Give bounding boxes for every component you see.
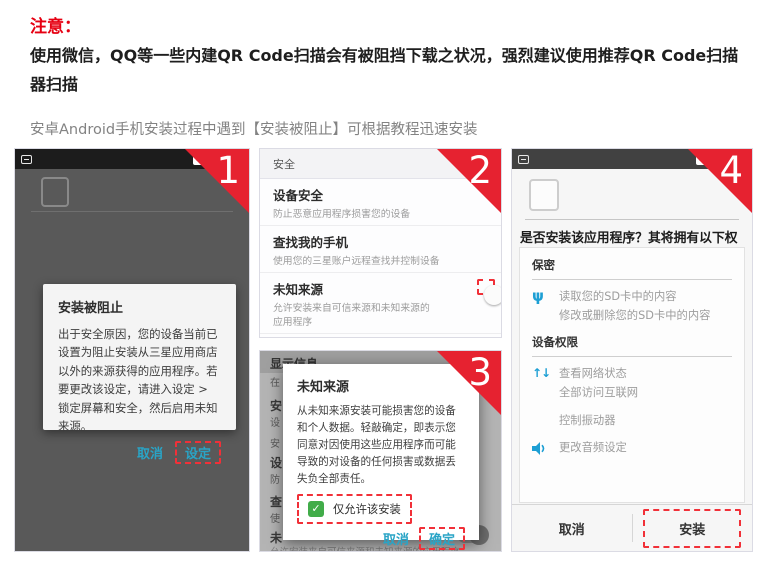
dimmed-list-text: 设 <box>270 454 282 471</box>
toggle-knob <box>484 285 502 305</box>
dimmed-list-text: 防 <box>270 471 280 486</box>
notice-heading: 注意： <box>30 12 81 37</box>
dialog-body: 出于安全原因，您的设备当前已设置为阻止安装从三星应用商店以外的来源获得的应用程序… <box>58 325 221 436</box>
install-button[interactable]: 安装 <box>679 523 705 538</box>
dimmed-list-text: 安 <box>270 397 282 414</box>
permission-row-audio: 更改音频设定 <box>532 439 732 459</box>
app-icon-placeholder <box>41 177 69 207</box>
divider <box>532 356 732 357</box>
screenshot-capture-icon <box>518 155 529 164</box>
network-type-indicator: 4G <box>711 154 725 164</box>
dialog-body: 从未知来源安装可能损害您的设备和个人数据。轻敲确定，即表示您同意对因使用这些应用… <box>297 403 465 488</box>
row-desc: 允许安装来自可信来源和未知来源的应用程序 <box>273 300 433 328</box>
permission-row-vibration: 控制振动器 <box>532 412 732 431</box>
cancel-button[interactable]: 取消 <box>129 440 171 465</box>
clock-text: 7 <box>740 154 746 165</box>
install-button-cell: 安装 <box>633 509 753 548</box>
confirm-button[interactable]: 确定 <box>421 530 463 551</box>
cancel-button[interactable]: 取消 <box>512 519 632 538</box>
section-header: 保密 <box>532 257 732 273</box>
row-desc: 使用您的三星账户远程查找并控制设备 <box>273 253 488 267</box>
dimmed-list-text: 安 <box>270 435 280 450</box>
dialog-title: 未知来源 <box>297 376 465 395</box>
dimmed-list-text: 在 <box>270 374 280 389</box>
signal-strength-icon <box>728 155 737 164</box>
dimmed-list-text: 使 <box>270 510 280 525</box>
usb-storage-icon: ψ <box>532 288 559 325</box>
screenshot-step1: 1 4G 7 安装被阻止 出于安全原因，您的设备当前已设置为阻止安装从三星应用商… <box>14 148 250 552</box>
install-blocked-dialog: 安装被阻止 出于安全原因，您的设备当前已设置为阻止安装从三星应用商店以外的来源获… <box>43 284 236 430</box>
permission-text: 更改音频设定 <box>559 439 627 458</box>
tutorial-page: 注意： 使用微信，QQ等一些内建QR Code扫描会有被阻挡下载之状况，强烈建议… <box>0 0 767 570</box>
settings-row-find-my-phone[interactable]: 查找我的手机 使用您的三星账户远程查找并控制设备 <box>260 226 501 273</box>
divider <box>532 279 732 280</box>
highlight-box <box>477 279 495 295</box>
settings-row-other-security[interactable]: 其他安全设定 更改安全更新和证书存储等其他安全设定 <box>260 334 501 338</box>
permission-text: 修改或删除您的SD卡中的内容 <box>559 307 710 326</box>
highlight-box: ✓ 仅允许该安装 <box>297 494 412 524</box>
permission-text: 查看网络状态 <box>559 365 638 384</box>
status-bar: 1 4G 7 <box>15 149 249 169</box>
permission-text: 全部访问互联网 <box>559 384 638 403</box>
settings-row-device-security[interactable]: 设备安全 防止恶意应用程序损害您的设备 <box>260 179 501 226</box>
audio-settings-icon <box>532 439 559 459</box>
clock-text: 7 <box>237 154 243 165</box>
permissions-card: 保密 ψ 读取您的SD卡中的内容 修改或删除您的SD卡中的内容 设备权限 ↑↓ … <box>519 247 745 503</box>
screenshot-capture-icon <box>21 155 32 164</box>
notification-count-badge: 1 <box>193 154 205 165</box>
highlight-box: 安装 <box>643 509 741 548</box>
screen-title: 安全 <box>260 149 501 178</box>
network-type-indicator: 4G <box>208 154 222 164</box>
checkbox-checked-icon[interactable]: ✓ <box>308 501 324 517</box>
row-label: 设备安全 <box>273 185 488 204</box>
status-bar: 1 4G 7 <box>512 149 752 169</box>
network-transfer-icon: ↑↓ <box>532 365 559 402</box>
subtitle-text: 安卓Android手机安装过程中遇到【安装被阻止】可根据教程迅速安装 <box>30 118 478 139</box>
permission-text: 控制振动器 <box>559 412 616 431</box>
settings-list: 设备安全 防止恶意应用程序损害您的设备 查找我的手机 使用您的三星账户远程查找并… <box>260 178 501 338</box>
warning-text: 使用微信，QQ等一些内建QR Code扫描会有被阻挡下载之状况，强烈建议使用推荐… <box>30 42 744 100</box>
screenshot-step3: 显示信息 在 安 设 安 设 防 查 使 未 允许安装来自可信来源和未知来源的应… <box>259 350 502 552</box>
dimmed-list-text: 查 <box>270 493 282 510</box>
permission-text: 读取您的SD卡中的内容 <box>559 288 710 307</box>
settings-button[interactable]: 设定 <box>177 444 219 465</box>
notification-count-badge: 1 <box>696 154 708 165</box>
permission-row-network: ↑↓ 查看网络状态 全部访问互联网 <box>532 365 732 402</box>
unknown-sources-dialog: 未知来源 从未知来源安装可能损害您的设备和个人数据。轻敲确定，即表示您同意对因使… <box>283 364 479 540</box>
section-header: 设备权限 <box>532 334 732 350</box>
checkbox-label: 仅允许该安装 <box>333 501 401 517</box>
row-desc: 防止恶意应用程序损害您的设备 <box>273 206 488 220</box>
highlight-box: 确定 <box>419 527 465 550</box>
permission-row-sd-card: ψ 读取您的SD卡中的内容 修改或删除您的SD卡中的内容 <box>532 288 732 325</box>
signal-strength-icon <box>225 155 234 164</box>
row-label: 查找我的手机 <box>273 232 488 251</box>
divider <box>525 219 739 220</box>
screenshot-step4: 1 4G 7 是否安装该应用程序？其将拥有以下权限： 保密 ψ 读取您的SD卡中… <box>511 148 753 552</box>
vibration-icon <box>532 412 559 431</box>
cancel-button[interactable]: 取消 <box>375 526 417 551</box>
settings-row-unknown-sources[interactable]: 未知来源 允许安装来自可信来源和未知来源的应用程序 <box>260 273 501 334</box>
divider <box>31 211 233 212</box>
screenshot-step2: 安全 设备安全 防止恶意应用程序损害您的设备 查找我的手机 使用您的三星账户远程… <box>259 148 502 338</box>
highlight-box: 设定 <box>175 441 221 464</box>
dimmed-list-text: 设 <box>270 414 280 429</box>
app-icon-placeholder <box>529 179 559 211</box>
dialog-title: 安装被阻止 <box>58 297 221 316</box>
row-label: 未知来源 <box>273 279 488 298</box>
install-button-bar: 取消 安装 <box>512 504 752 551</box>
